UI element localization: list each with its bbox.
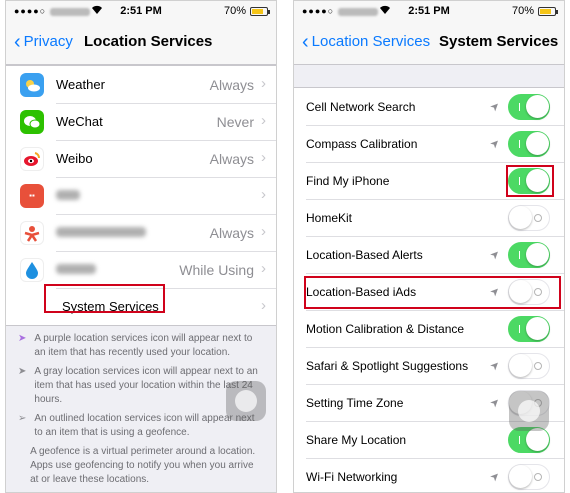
toggle-knob	[509, 205, 532, 229]
settings-row-label: Find My iPhone	[306, 173, 390, 188]
app-label-redacted	[56, 225, 210, 240]
settings-row-label: Location-Based Alerts	[306, 247, 423, 262]
back-button[interactable]: ‹ Location Services	[302, 30, 431, 53]
list-item-redacted[interactable]: While Using ›	[6, 251, 276, 288]
settings-row-label: Share My Location	[306, 432, 407, 447]
nav-bar: ‹ Location Services System Services	[294, 21, 564, 65]
app-value: Always	[209, 76, 254, 93]
settings-row[interactable]: Compass Calibration ➤	[294, 125, 564, 162]
toggle-knob	[526, 131, 549, 155]
toggle-switch[interactable]	[508, 204, 550, 231]
app-value: While Using	[179, 261, 254, 278]
page-title: System Services	[439, 33, 559, 50]
toggle-switch[interactable]	[508, 315, 550, 342]
toggle-knob	[509, 353, 532, 377]
status-bar: ●●●●○ 2:51 PM 70%	[294, 1, 564, 21]
assistive-touch-button[interactable]	[226, 381, 266, 421]
list-item-redacted[interactable]: ▪▪ ›	[6, 177, 276, 214]
settings-row[interactable]: Wi-Fi Networking ➤	[294, 458, 564, 492]
chevron-right-icon: ›	[261, 186, 266, 203]
weibo-icon	[20, 146, 44, 171]
highlight-box	[304, 276, 561, 309]
toggle-switch[interactable]	[508, 463, 550, 490]
battery-icon	[538, 7, 558, 16]
settings-row[interactable]: Safari & Spotlight Suggestions ➤	[294, 347, 564, 384]
toggle-knob	[526, 316, 549, 340]
location-services-screen: ●●●●○ 2:51 PM 70% ‹ Privacy Location Ser…	[5, 0, 277, 493]
settings-row[interactable]: Location-Based Alerts ➤	[294, 236, 564, 273]
app-label-redacted	[56, 188, 276, 203]
status-bar: ●●●●○ 2:51 PM 70%	[6, 1, 276, 21]
app-value: Never	[216, 113, 254, 130]
chevron-left-icon: ‹	[302, 30, 309, 53]
back-button[interactable]: ‹ Privacy	[14, 30, 73, 53]
weather-icon	[20, 72, 44, 97]
assistive-touch-button[interactable]	[509, 391, 549, 431]
chevron-right-icon: ›	[261, 112, 266, 129]
settings-row-label: HomeKit	[306, 210, 353, 225]
list-item-redacted[interactable]: Always ›	[6, 214, 276, 251]
app-value: Always	[209, 224, 254, 241]
location-arrow-icon: ➤	[18, 366, 27, 377]
settings-row[interactable]: Cell Network Search ➤	[294, 88, 564, 125]
app-icon: ▪▪	[20, 183, 44, 208]
chevron-right-icon: ›	[261, 223, 266, 240]
note-text: A purple location services icon will app…	[34, 333, 253, 358]
list-item-wechat[interactable]: WeChat Never ›	[6, 103, 276, 140]
app-label: WeChat	[56, 114, 103, 129]
toggle-switch[interactable]	[508, 130, 550, 157]
list-item-weather[interactable]: Weather Always ›	[6, 66, 276, 103]
settings-row[interactable]: Motion Calibration & Distance	[294, 310, 564, 347]
chevron-right-icon: ›	[261, 75, 266, 92]
settings-row[interactable]: HomeKit	[294, 199, 564, 236]
chevron-left-icon: ‹	[14, 30, 21, 53]
note-purple: ➤ A purple location services icon will a…	[18, 332, 264, 360]
chevron-right-icon: ›	[261, 260, 266, 277]
app-label-redacted	[56, 262, 179, 277]
wechat-icon	[20, 109, 44, 134]
list-item-weibo[interactable]: Weibo Always ›	[6, 140, 276, 177]
nav-bar: ‹ Privacy Location Services	[6, 21, 276, 65]
settings-row-label: Wi-Fi Networking	[306, 469, 398, 484]
toggle-knob	[526, 242, 549, 266]
settings-row-label: Motion Calibration & Distance	[306, 321, 465, 336]
toggle-knob	[526, 94, 549, 118]
battery-icon	[250, 7, 270, 16]
settings-row-label: Setting Time Zone	[306, 395, 404, 410]
app-value: Always	[209, 150, 254, 167]
settings-row-label: Cell Network Search	[306, 99, 416, 114]
highlight-box	[506, 165, 554, 197]
highlight-box	[44, 284, 165, 313]
toggle-knob	[509, 464, 532, 488]
location-arrow-icon: ➤	[18, 333, 27, 344]
note-text: A geofence is a virtual perimeter around…	[30, 446, 256, 485]
app-label: Weibo	[56, 151, 93, 166]
app-label: Weather	[56, 77, 105, 92]
app-icon	[20, 257, 44, 282]
toggle-switch[interactable]	[508, 241, 550, 268]
toggle-switch[interactable]	[508, 93, 550, 120]
battery-percent: 70%	[223, 5, 246, 17]
back-label: Privacy	[23, 33, 73, 50]
location-arrow-outline-icon: ➢	[18, 413, 27, 424]
back-label: Location Services	[311, 33, 431, 50]
chevron-right-icon: ›	[261, 297, 266, 314]
note-geofence: A geofence is a virtual perimeter around…	[18, 445, 264, 487]
battery-percent: 70%	[511, 5, 534, 17]
app-icon	[20, 220, 44, 245]
chevron-right-icon: ›	[261, 149, 266, 166]
settings-row-label: Compass Calibration	[306, 136, 418, 151]
settings-row-label: Safari & Spotlight Suggestions	[306, 358, 469, 373]
system-services-screen: ●●●●○ 2:51 PM 70% ‹ Location Services Sy…	[293, 0, 565, 493]
page-title: Location Services	[84, 33, 213, 50]
toggle-switch[interactable]	[508, 352, 550, 379]
